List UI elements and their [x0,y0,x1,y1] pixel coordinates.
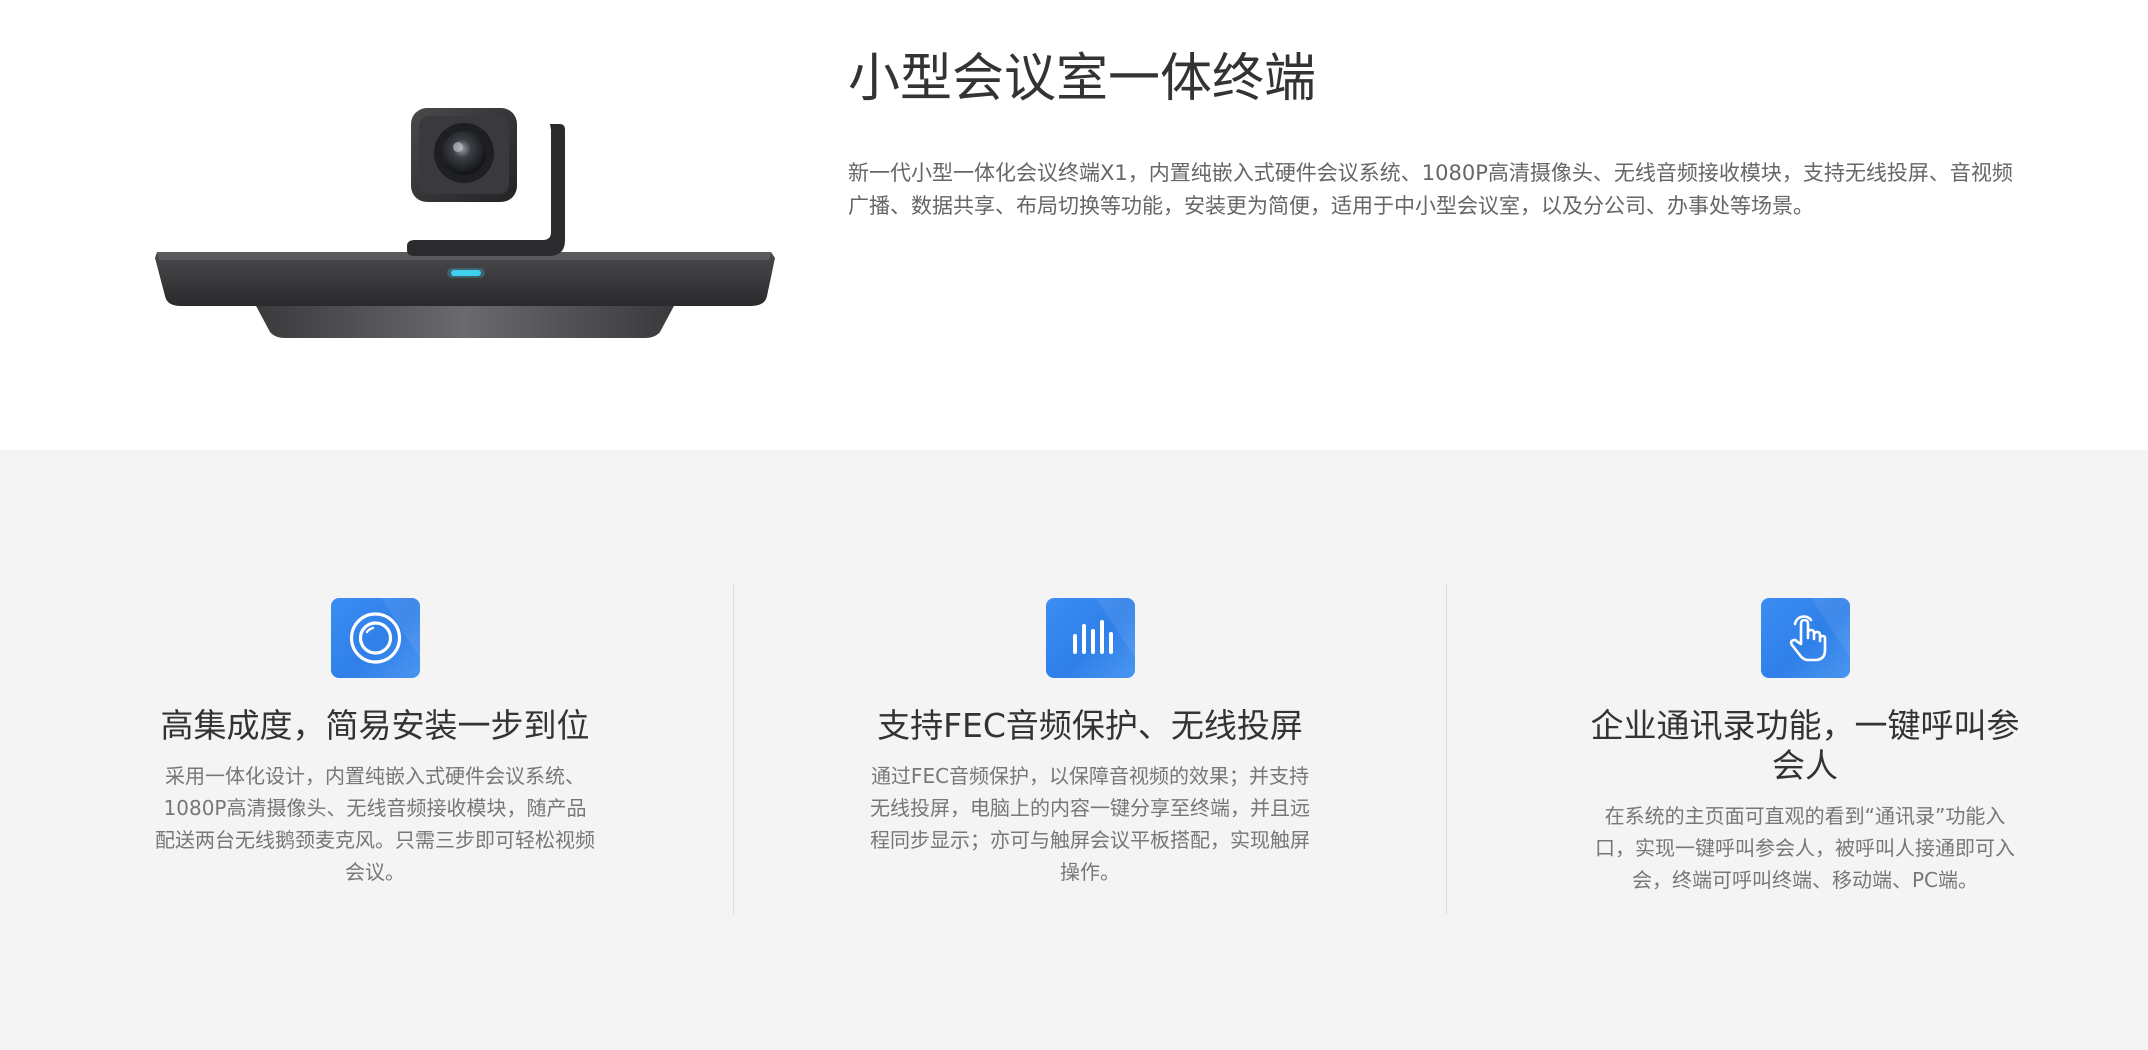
feature-description: 在系统的主页面可直观的看到“通讯录”功能入口，实现一键呼叫参会人，被呼叫人接通即… [1595,804,2015,892]
product-title: 小型会议室一体终端 [848,49,1317,109]
touch-hand-icon [1760,598,1850,678]
feature-description: 采用一体化设计，内置纯嵌入式硬件会议系统、1080P高清摄像头、无线音频接收模块… [155,764,595,884]
feature-card-contacts: 企业通讯录功能，一键呼叫参会人 在系统的主页面可直观的看到“通讯录”功能入口，实… [1585,582,2025,896]
conference-terminal-image [155,108,775,338]
features-section: 高集成度，简易安装一步到位 采用一体化设计，内置纯嵌入式硬件会议系统、1080P… [0,450,2148,1050]
feature-title: 企业通讯录功能，一键呼叫参会人 [1590,706,2020,785]
feature-title: 高集成度，简易安装一步到位 [160,706,590,745]
product-description: 新一代小型一体化会议终端X1，内置纯嵌入式硬件会议系统、1080P高清摄像头、无… [848,161,2013,218]
feature-divider [1446,584,1447,914]
feature-description: 通过FEC音频保护，以保障音视频的效果；并支持无线投屏，电脑上的内容一键分享至终… [870,764,1310,884]
feature-divider [733,584,734,914]
feature-card-integration: 高集成度，简易安装一步到位 采用一体化设计，内置纯嵌入式硬件会议系统、1080P… [155,582,595,888]
camera-lens-icon [330,598,420,678]
feature-title: 支持FEC音频保护、无线投屏 [877,706,1303,745]
feature-card-audio: 支持FEC音频保护、无线投屏 通过FEC音频保护，以保障音视频的效果；并支持无线… [870,582,1310,888]
audio-bars-icon [1045,598,1135,678]
product-intro-section: 小型会议室一体终端 新一代小型一体化会议终端X1，内置纯嵌入式硬件会议系统、10… [0,0,2148,450]
